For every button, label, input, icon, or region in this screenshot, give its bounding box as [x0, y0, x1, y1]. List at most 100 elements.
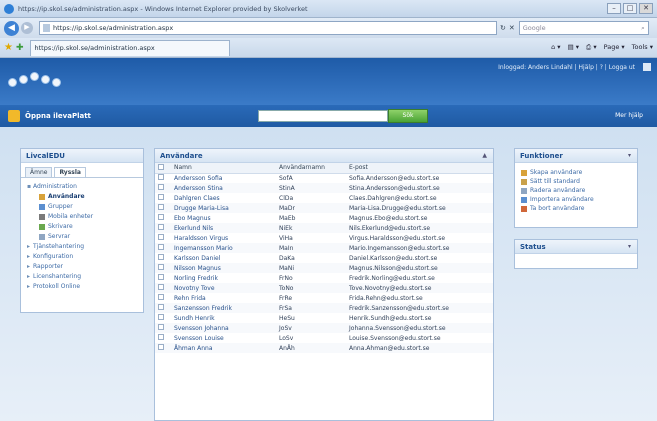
row-select-cell[interactable] [155, 323, 171, 333]
row-select-cell[interactable] [155, 243, 171, 253]
user-name-cell[interactable]: Sundh Henrik [171, 313, 276, 323]
user-name-cell[interactable]: Norling Fredrik [171, 273, 276, 283]
stop-icon[interactable]: ✕ [509, 24, 515, 32]
row-checkbox[interactable] [158, 284, 164, 290]
row-checkbox[interactable] [158, 304, 164, 310]
row-checkbox[interactable] [158, 294, 164, 300]
row-select-cell[interactable] [155, 293, 171, 303]
row-select-cell[interactable] [155, 213, 171, 223]
user-name-cell[interactable]: Ingemansson Mario [171, 243, 276, 253]
tree-item-licenses[interactable]: ▸ Licenshantering [27, 272, 137, 282]
table-row[interactable]: Nilsson Magnus MaNi Magnus.Nilsson@edu.sto… [155, 263, 493, 273]
table-row[interactable]: Norling Fredrik FrNo Fredrik.Norling@edu.s… [155, 273, 493, 283]
row-select-cell[interactable] [155, 313, 171, 323]
table-row[interactable]: Åhman Anna AnÅh Anna.Ahman@edu.stort.se [155, 343, 493, 353]
row-checkbox[interactable] [158, 344, 164, 350]
browser-search-input[interactable]: Google ⌕ [518, 21, 649, 35]
row-select-cell[interactable] [155, 283, 171, 293]
row-checkbox[interactable] [158, 214, 164, 220]
user-name-cell[interactable]: Svensson Johanna [171, 323, 276, 333]
print-button[interactable]: ⎙ ▾ [586, 43, 597, 52]
tree-item-administration[interactable]: ▪ Administration [27, 182, 137, 192]
url-input[interactable]: https://ip.skol.se/administration.aspx [39, 21, 497, 35]
user-name-cell[interactable]: Andersson Stina [171, 183, 276, 193]
row-checkbox[interactable] [158, 224, 164, 230]
row-checkbox[interactable] [158, 174, 164, 181]
tab-ryssla[interactable]: Ryssla [54, 167, 86, 177]
user-name-cell[interactable]: Ebo Magnus [171, 213, 276, 223]
table-row[interactable]: Andersson Stina StinA Stina.Andersson@edu.… [155, 183, 493, 193]
tools-menu[interactable]: Tools ▾ [632, 43, 653, 52]
forward-button[interactable]: ▶ [21, 22, 33, 34]
row-select-cell[interactable] [155, 303, 171, 313]
back-button[interactable]: ◀ [4, 20, 19, 36]
app-search-input[interactable] [258, 110, 388, 122]
pin-icon[interactable] [643, 63, 651, 71]
row-checkbox[interactable] [158, 264, 164, 270]
browser-tab[interactable]: https://ip.skol.se/administration.aspx [29, 39, 230, 56]
row-checkbox[interactable] [158, 244, 164, 250]
tab-amne[interactable]: Ämne [25, 167, 53, 177]
table-row[interactable]: Svensson Louise LoSv Louise.Svensson@edu.s… [155, 333, 493, 343]
refresh-icon[interactable]: ↻ [500, 24, 506, 32]
row-checkbox[interactable] [158, 184, 164, 190]
row-select-cell[interactable] [155, 253, 171, 263]
row-checkbox[interactable] [158, 324, 164, 330]
collapse-icon[interactable]: ▲ [482, 152, 487, 159]
favorites-star-icon[interactable]: ★ [4, 42, 13, 53]
tree-item-protocol[interactable]: ▸ Protokoll Online [27, 282, 137, 292]
row-checkbox[interactable] [158, 194, 164, 200]
user-name-cell[interactable]: Karlsson Daniel [171, 253, 276, 263]
help-link[interactable]: Mer hjälp [615, 112, 643, 119]
user-name-cell[interactable]: Novotny Tove [171, 283, 276, 293]
row-select-cell[interactable] [155, 263, 171, 273]
row-select-cell[interactable] [155, 343, 171, 353]
table-row[interactable]: Sanzensson Fredrik FrSa Fredrik.Sanzensson… [155, 303, 493, 313]
row-select-cell[interactable] [155, 333, 171, 343]
user-name-cell[interactable]: Ekerlund Nils [171, 223, 276, 233]
table-row[interactable]: Novotny Tove ToNo Tove.Novotny@edu.stort.s… [155, 283, 493, 293]
tree-item-printers[interactable]: Skrivare [27, 222, 137, 232]
row-select-cell[interactable] [155, 223, 171, 233]
table-row[interactable]: Ebo Magnus MaEb Magnus.Ebo@edu.stort.se [155, 213, 493, 223]
user-name-cell[interactable]: Åhman Anna [171, 343, 276, 353]
select-all-header[interactable] [155, 163, 171, 174]
minimize-button[interactable]: – [607, 3, 621, 14]
user-info[interactable]: Inloggad: Anders Lindahl | Hjälp | ? | L… [498, 64, 635, 71]
action-import-users[interactable]: Importera användare [521, 195, 631, 204]
table-row[interactable]: Dahlgren Claes ClDa Claes.Dahlgren@edu.sto… [155, 193, 493, 203]
user-name-cell[interactable]: Andersson Sofia [171, 173, 276, 183]
table-row[interactable]: Svensson Johanna JoSv Johanna.Svensson@edu… [155, 323, 493, 333]
tree-item-groups[interactable]: Grupper [27, 202, 137, 212]
search-button[interactable]: Sök [388, 109, 428, 123]
row-select-cell[interactable] [155, 193, 171, 203]
row-checkbox[interactable] [158, 234, 164, 240]
table-row[interactable]: Karlsson Daniel DaKa Daniel.Karlsson@edu.s… [155, 253, 493, 263]
row-checkbox[interactable] [158, 254, 164, 260]
user-name-cell[interactable]: Haraldsson Virgus [171, 233, 276, 243]
row-select-cell[interactable] [155, 183, 171, 193]
row-select-cell[interactable] [155, 233, 171, 243]
column-header-email[interactable]: E-post [346, 163, 493, 174]
tree-item-services[interactable]: ▸ Tjänstehantering [27, 242, 137, 252]
add-favorite-icon[interactable]: ✚ [16, 43, 24, 53]
table-row[interactable]: Ekerlund Nils NiEk Nils.Ekerlund@edu.stort… [155, 223, 493, 233]
user-name-cell[interactable]: Rehn Frida [171, 293, 276, 303]
tree-item-users[interactable]: Användare [27, 192, 137, 202]
close-button[interactable]: ✕ [639, 3, 653, 14]
table-row[interactable]: Drugge Maria-Lisa MaDr Maria-Lisa.Drugge@e… [155, 203, 493, 213]
tree-item-mobile[interactable]: Mobila enheter [27, 212, 137, 222]
user-name-cell[interactable]: Svensson Louise [171, 333, 276, 343]
column-header-name[interactable]: Namn [171, 163, 276, 174]
row-checkbox[interactable] [158, 204, 164, 210]
table-row[interactable]: Sundh Henrik HeSu Henrik.Sundh@edu.stort.s… [155, 313, 493, 323]
tree-item-servers[interactable]: Servrar [27, 232, 137, 242]
page-menu[interactable]: Page ▾ [604, 43, 625, 52]
row-checkbox[interactable] [158, 334, 164, 340]
action-create-user[interactable]: Skapa användare [521, 168, 631, 177]
search-icon[interactable]: ⌕ [641, 24, 645, 32]
user-name-cell[interactable]: Dahlgren Claes [171, 193, 276, 203]
app-name[interactable]: Öppna ilevaPlatt [25, 112, 91, 120]
table-row[interactable]: Ingemansson Mario MaIn Mario.Ingemansson@e… [155, 243, 493, 253]
action-set-default[interactable]: Sätt till standard [521, 177, 631, 186]
